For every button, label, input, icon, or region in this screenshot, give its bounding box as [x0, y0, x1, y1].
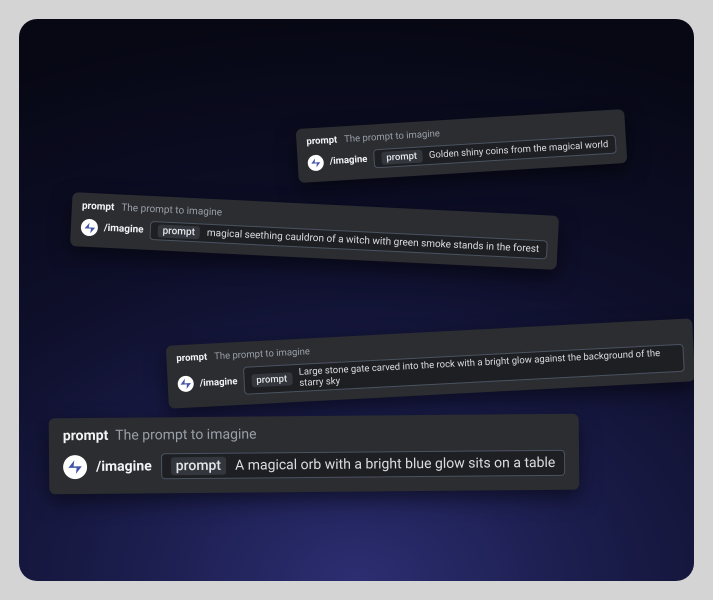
- prompt-input[interactable]: prompt A magical orb with a bright blue …: [161, 450, 566, 480]
- prompt-tag: prompt: [381, 149, 422, 164]
- prompt-tag: prompt: [171, 457, 226, 475]
- prompt-description: The prompt to imagine: [344, 128, 440, 145]
- slash-command: /imagine: [199, 376, 237, 389]
- bot-avatar-icon: [80, 219, 98, 237]
- prompt-description: The prompt to imagine: [214, 346, 310, 362]
- slash-command: /imagine: [104, 223, 144, 236]
- prompt-label: prompt: [306, 135, 337, 148]
- prompt-label: prompt: [63, 428, 109, 444]
- slash-command: /imagine: [329, 154, 367, 167]
- bot-avatar-icon: [307, 154, 324, 171]
- prompt-tag: prompt: [157, 224, 200, 239]
- prompt-description: The prompt to imagine: [121, 203, 222, 219]
- prompt-card: prompt The prompt to imagine /imagine pr…: [166, 318, 694, 408]
- bot-avatar-icon: [177, 375, 194, 392]
- prompt-value: Golden shiny coins from the magical worl…: [429, 139, 609, 161]
- slash-command: /imagine: [96, 458, 152, 474]
- prompt-card: prompt The prompt to imagine /imagine pr…: [70, 192, 559, 270]
- canvas-background: prompt The prompt to imagine /imagine pr…: [19, 19, 694, 581]
- prompt-label: prompt: [176, 352, 207, 365]
- prompt-card: prompt The prompt to imagine /imagine pr…: [49, 414, 580, 495]
- bot-avatar-icon: [63, 455, 87, 479]
- prompt-tag: prompt: [251, 372, 292, 387]
- prompt-value: A magical orb with a bright blue glow si…: [235, 455, 555, 474]
- prompt-card: prompt The prompt to imagine /imagine pr…: [296, 109, 628, 183]
- card-header: prompt The prompt to imagine: [63, 424, 565, 444]
- prompt-value: magical seething cauldron of a witch wit…: [207, 228, 540, 255]
- prompt-label: prompt: [82, 201, 115, 214]
- prompt-description: The prompt to imagine: [115, 427, 256, 444]
- command-row: /imagine prompt A magical orb with a bri…: [63, 450, 565, 480]
